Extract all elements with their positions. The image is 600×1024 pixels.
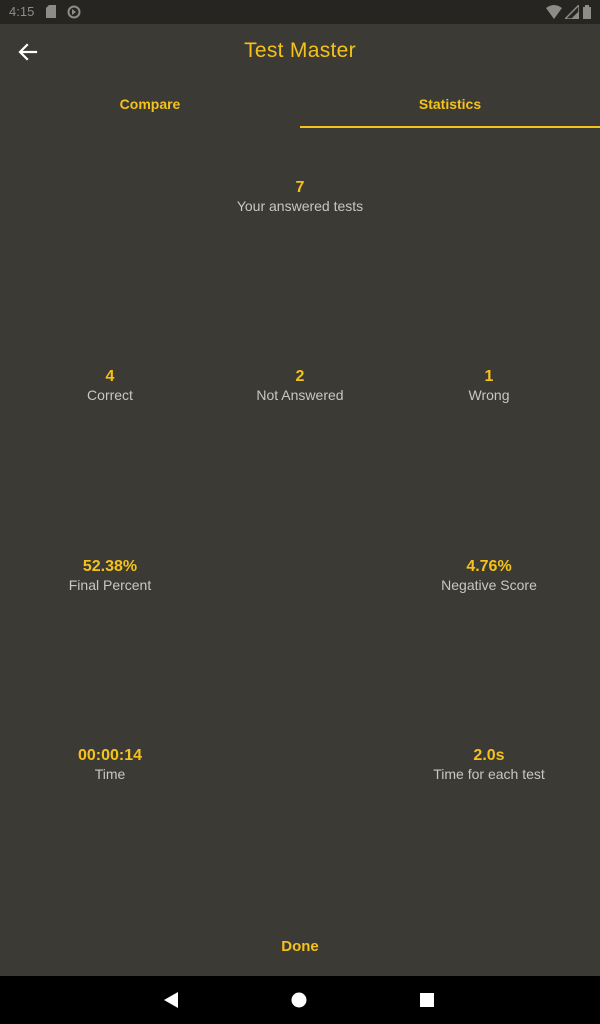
time-label: Time [94,766,126,782]
final-percent-label: Final Percent [68,577,152,593]
signal-icon [565,5,579,19]
status-time: 4:15 [9,4,35,19]
status-bar: 4:15 [0,0,600,24]
stat-final-percent: 52.38% Final Percent [10,558,210,594]
nav-back-button[interactable] [159,988,183,1012]
wrong-value: 1 [484,368,494,385]
not-answered-label: Not Answered [256,387,344,403]
stat-time: 00:00:14 Time [10,747,210,783]
final-percent-value: 52.38% [82,558,138,575]
time-each-label: Time for each test [433,766,545,782]
battery-icon [583,5,591,19]
nav-home-icon [291,992,307,1008]
stat-time-each: 2.0s Time for each test [389,747,589,783]
not-answered-value: 2 [295,368,305,385]
wrong-label: Wrong [468,387,510,403]
stat-negative-score: 4.76% Negative Score [389,558,589,594]
answered-tests-value: 7 [295,179,305,196]
tab-bar: Compare Statistics [0,80,600,128]
correct-label: Correct [87,387,133,403]
stat-answered-tests: 7 Your answered tests [200,179,400,215]
tab-indicator [300,126,600,128]
stat-wrong: 1 Wrong [389,368,589,404]
negative-score-label: Negative Score [441,577,537,593]
correct-value: 4 [105,368,115,385]
answered-tests-label: Your answered tests [236,198,364,214]
time-each-value: 2.0s [473,747,505,764]
tab-compare[interactable]: Compare [0,80,300,128]
app-bar: Test Master [0,24,600,80]
tab-statistics[interactable]: Statistics [300,80,600,128]
nav-home-button[interactable] [287,988,311,1012]
nav-recents-icon [420,993,434,1007]
done-button[interactable]: Done [250,926,350,966]
system-nav-bar [0,976,600,1024]
stat-correct: 4 Correct [10,368,210,404]
app-title: Test Master [244,39,356,62]
nav-recents-button[interactable] [415,988,439,1012]
stat-not-answered: 2 Not Answered [200,368,400,404]
sd-card-icon [46,5,56,18]
negative-score-value: 4.76% [466,558,512,575]
time-value: 00:00:14 [77,747,143,764]
sync-icon [67,5,81,19]
wifi-icon [546,5,562,19]
statistics-screen: 4:15 Test Master Compare Statistics 7 Yo… [0,0,600,1024]
nav-back-icon [164,992,178,1008]
